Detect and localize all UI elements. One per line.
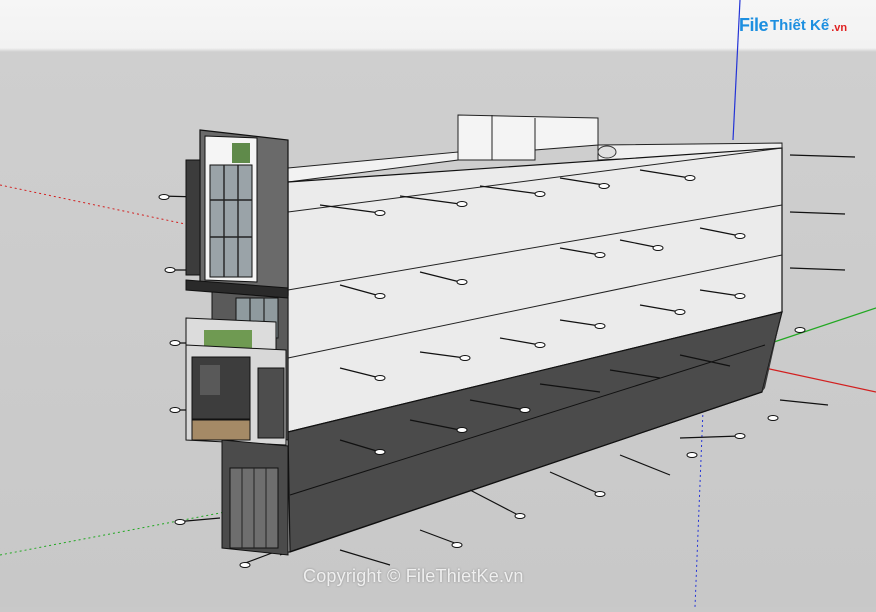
- building-model: [0, 0, 876, 608]
- filethietke-logo: File Thiết Kế .vn: [739, 12, 847, 38]
- copyright-watermark: Copyright © FileThietKe.vn: [303, 566, 524, 586]
- logo-thietke-text: Thiết Kế: [770, 16, 830, 34]
- red-axis-solid: [764, 367, 876, 393]
- logo-file-text: File: [739, 14, 769, 35]
- model-viewport[interactable]: [0, 0, 876, 608]
- blue-axis-dashed: [694, 409, 704, 608]
- logo-tld-text: .vn: [831, 21, 848, 34]
- red-axis: [0, 184, 191, 226]
- top-planter: [232, 143, 250, 163]
- stair-tower: [457, 114, 599, 161]
- wood-panel: [191, 419, 251, 441]
- green-axis: [0, 511, 226, 556]
- water-tank: [597, 145, 617, 159]
